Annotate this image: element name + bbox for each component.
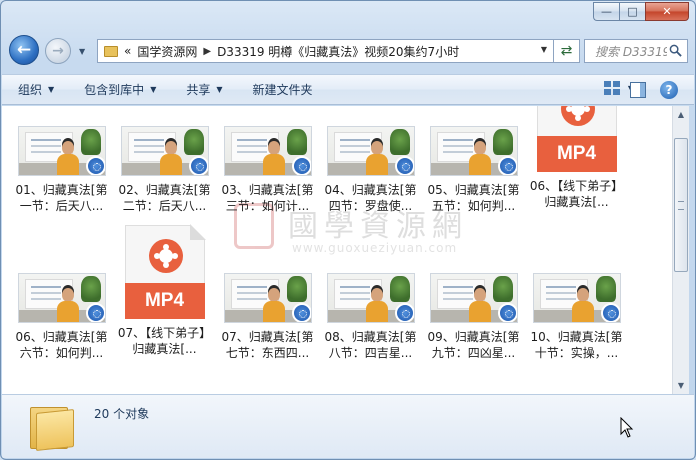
media-player-icon xyxy=(394,156,414,175)
breadcrumb-current[interactable]: D33319 明樽《归藏真法》视频20集约7小时 xyxy=(217,43,459,60)
file-name: 03、归藏真法[第三节：如何计... xyxy=(221,183,314,213)
scroll-up-icon[interactable]: ▲ xyxy=(673,106,689,123)
video-thumbnail xyxy=(326,273,415,323)
breadcrumb-root[interactable]: 国学资源网 xyxy=(137,43,197,60)
arrow-left-icon: ← xyxy=(16,40,32,60)
file-name: 04、归藏真法[第四节：罗盘使... xyxy=(324,183,417,213)
film-reel-icon xyxy=(148,239,183,273)
media-player-icon xyxy=(291,303,311,322)
video-thumbnail xyxy=(429,126,518,176)
minimize-button[interactable]: — xyxy=(593,2,619,21)
explorer-window: — □ ✕ ← → ▼ « 国学资源网 ▶ D33319 明樽《归藏真法》视频2… xyxy=(0,0,696,460)
file-item[interactable]: 03、归藏真法[第三节：如何计... xyxy=(216,126,319,214)
mp4-label: MP4 xyxy=(536,136,617,172)
include-in-library-menu[interactable]: 包含到库中 ▼ xyxy=(84,81,156,98)
file-name: 05、归藏真法[第五节：如何判... xyxy=(427,183,520,213)
video-thumbnail xyxy=(17,273,106,323)
item-count: 20 个对象 xyxy=(94,407,150,421)
file-item[interactable]: MP4 07、【线下弟子】归藏真法[... xyxy=(113,224,216,357)
mp4-file-icon: MP4 xyxy=(124,224,206,319)
file-item[interactable]: 04、归藏真法[第四节：罗盘使... xyxy=(319,126,422,214)
video-thumbnail xyxy=(326,126,415,176)
address-dropdown-icon[interactable]: ▼ xyxy=(541,45,547,54)
preview-pane-icon[interactable] xyxy=(630,82,646,98)
video-thumbnail xyxy=(120,126,209,176)
file-item[interactable]: 07、归藏真法[第七节：东西四... xyxy=(216,273,319,361)
media-player-icon xyxy=(188,156,208,175)
command-bar: 组织 ▼ 包含到库中 ▼ 共享 ▼ 新建文件夹 ▼ ? xyxy=(2,74,694,105)
new-folder-label: 新建文件夹 xyxy=(252,83,313,97)
file-name: 07、【线下弟子】归藏真法[... xyxy=(117,326,212,356)
video-thumbnail xyxy=(429,273,518,323)
mp4-file-icon: MP4 xyxy=(536,106,617,172)
file-name: 06、归藏真法[第六节：如何判... xyxy=(15,330,108,360)
forward-button[interactable]: → xyxy=(45,38,71,64)
file-item[interactable]: MP4 06、【线下弟子】归藏真法[... xyxy=(525,106,628,210)
file-name: 06、【线下弟子】归藏真法[... xyxy=(529,179,624,209)
folder-large-icon xyxy=(30,403,74,451)
folder-icon xyxy=(104,45,118,57)
caret-down-icon: ▼ xyxy=(48,85,55,94)
arrow-right-icon: → xyxy=(52,43,64,59)
video-thumbnail xyxy=(17,126,106,176)
media-player-icon xyxy=(85,303,105,322)
watermark-url: www.guoxueziyuan.com xyxy=(292,241,458,255)
address-overflow[interactable]: « xyxy=(124,44,131,58)
media-player-icon xyxy=(85,156,105,175)
file-name: 08、归藏真法[第八节：四吉星... xyxy=(324,330,417,360)
new-folder-button[interactable]: 新建文件夹 xyxy=(253,81,313,98)
video-thumbnail xyxy=(532,273,621,323)
refresh-button[interactable]: ⇄ xyxy=(554,39,580,63)
share-label: 共享 xyxy=(186,83,211,97)
file-list-view[interactable]: 國學資源網 www.guoxueziyuan.com 01、归藏真法[第一节：后… xyxy=(2,106,672,394)
refresh-icon: ⇄ xyxy=(560,43,573,59)
caret-down-icon: ▼ xyxy=(216,85,223,94)
file-name: 01、归藏真法[第一节：后天八... xyxy=(15,183,108,213)
file-item[interactable]: 10、归藏真法[第十节：实操，... xyxy=(525,273,628,361)
breadcrumb-separator-icon[interactable]: ▶ xyxy=(203,46,211,57)
share-menu[interactable]: 共享 ▼ xyxy=(186,81,222,98)
history-dropdown[interactable]: ▼ xyxy=(79,47,89,57)
organize-menu[interactable]: 组织 ▼ xyxy=(18,81,54,98)
include-library-label: 包含到库中 xyxy=(84,83,145,97)
file-item[interactable]: 06、归藏真法[第六节：如何判... xyxy=(10,273,113,361)
file-item[interactable]: 08、归藏真法[第八节：四吉星... xyxy=(319,273,422,361)
help-icon[interactable]: ? xyxy=(660,81,678,99)
search-icon[interactable] xyxy=(669,44,682,57)
media-player-icon xyxy=(394,303,414,322)
vertical-scrollbar[interactable]: ▲ ▼ xyxy=(672,106,689,394)
video-thumbnail xyxy=(223,126,312,176)
media-player-icon xyxy=(497,156,517,175)
file-name: 10、归藏真法[第十节：实操，... xyxy=(530,330,623,360)
caret-down-icon: ▼ xyxy=(150,85,157,94)
maximize-button[interactable]: □ xyxy=(619,2,645,21)
close-button[interactable]: ✕ xyxy=(645,2,689,21)
media-player-icon xyxy=(497,303,517,322)
search-box[interactable]: 搜索 D33319 明樽... xyxy=(584,39,688,63)
mouse-cursor-icon xyxy=(620,417,634,438)
address-bar[interactable]: « 国学资源网 ▶ D33319 明樽《归藏真法》视频20集约7小时 ▼ xyxy=(97,39,554,63)
media-player-icon xyxy=(600,303,620,322)
view-grid-icon xyxy=(603,81,620,95)
file-item[interactable]: 09、归藏真法[第九节：四凶星... xyxy=(422,273,525,361)
organize-label: 组织 xyxy=(18,83,43,97)
file-name: 09、归藏真法[第九节：四凶星... xyxy=(427,330,520,360)
scroll-down-icon[interactable]: ▼ xyxy=(673,377,689,394)
scrollbar-thumb[interactable] xyxy=(674,138,688,272)
file-name: 07、归藏真法[第七节：东西四... xyxy=(221,330,314,360)
file-item[interactable]: 05、归藏真法[第五节：如何判... xyxy=(422,126,525,214)
file-name: 02、归藏真法[第二节：后天八... xyxy=(118,183,211,213)
caption-buttons: — □ ✕ xyxy=(593,2,689,21)
video-thumbnail xyxy=(223,273,312,323)
media-player-icon xyxy=(291,156,311,175)
file-item[interactable]: 01、归藏真法[第一节：后天八... xyxy=(10,126,113,214)
mp4-label: MP4 xyxy=(124,283,205,319)
file-item[interactable]: 02、归藏真法[第二节：后天八... xyxy=(113,126,216,214)
details-pane: 20 个对象 xyxy=(2,394,694,458)
navigation-bar: ← → ▼ « 国学资源网 ▶ D33319 明樽《归藏真法》视频20集约7小时… xyxy=(1,33,695,69)
search-input[interactable]: 搜索 D33319 明樽... xyxy=(595,43,667,60)
back-button[interactable]: ← xyxy=(9,35,39,65)
